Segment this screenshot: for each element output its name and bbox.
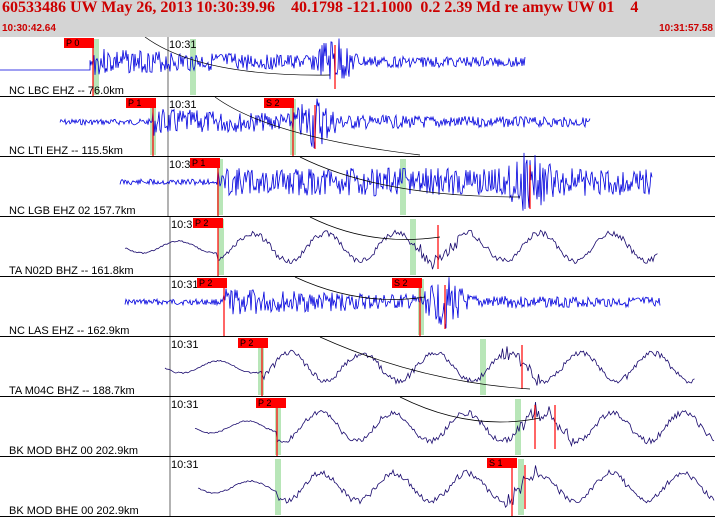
channel-label: TA N02D BHZ -- 161.8km: [9, 265, 134, 277]
channel-row: 10:31P 2TA N02D BHZ -- 161.8km: [0, 217, 715, 277]
seismogram-panel: 10:31 P 0 NC LBC EHZ -- 76.0km 10:31 P 1 S 2 N…: [0, 37, 715, 517]
phase-pick-label: P 2: [199, 278, 212, 288]
travel-time-curve: [319, 336, 531, 390]
phase-pick-label: P 1: [192, 158, 205, 168]
phase-pick-label: P 2: [240, 338, 253, 348]
channel-label: BK MOD BHZ 00 202.9km: [9, 445, 138, 457]
time-tick-label: 10:31: [171, 399, 199, 411]
channel-label: NC LGB EHZ 02 157.7km: [9, 205, 136, 217]
phase-pick-label: P 1: [128, 98, 141, 108]
arrival-window-marker: [518, 459, 524, 515]
channel-label: TA M04C BHZ -- 188.7km: [9, 385, 135, 397]
channel-row: 10:31 P 2 S 2 NC LAS EHZ -- 162.9km: [0, 277, 715, 337]
travel-time-curve: [309, 216, 441, 240]
phase-pick-label: P 2: [195, 218, 208, 228]
channel-label: NC LTI EHZ -- 115.5km: [9, 145, 123, 157]
channel-row: 10:31 S 1 BK MOD BHE 00 202.9km: [0, 457, 715, 517]
time-tick-label: 10:31: [171, 459, 199, 471]
time-tick-label: 10:31: [169, 39, 197, 51]
phase-pick-label: S 2: [266, 98, 280, 108]
phase-pick-label: P 2: [258, 398, 271, 408]
phase-pick-label: P 0: [66, 38, 79, 48]
arrival-window-marker: [400, 159, 406, 215]
window-start-time: 10:30:42.64: [2, 23, 56, 34]
arrival-window-marker: [480, 339, 486, 395]
time-tick-label: 10:31: [171, 279, 199, 291]
channel-row: 10:31 P 2 BK MOD BHZ 00 202.9km: [0, 397, 715, 457]
phase-pick-label: S 1: [489, 458, 503, 468]
channel-row: 10:31 P 1 S 2 NC LTI EHZ -- 115.5km: [0, 97, 715, 157]
channel-label: NC LBC EHZ -- 76.0km: [9, 85, 124, 97]
window-end-time: 10:31:57.58: [659, 23, 713, 34]
waveform-trace: [124, 229, 658, 270]
phase-pick-label: S 2: [394, 278, 408, 288]
event-header: 60533486 UW May 26, 2013 10:30:39.96 40.…: [0, 0, 715, 37]
channel-row: 10:31P 1NC LGB EHZ 02 157.7km: [0, 152, 715, 217]
travel-time-curve: [214, 96, 421, 156]
channel-label: NC LAS EHZ -- 162.9km: [9, 325, 129, 337]
waveform-trace: [194, 402, 715, 448]
channel-row: 10:31 P 0 NC LBC EHZ -- 76.0km: [0, 37, 715, 97]
channel-row: 10:31 P 2 TA M04C BHZ -- 188.7km: [0, 337, 715, 397]
channel-label: BK MOD BHE 00 202.9km: [9, 505, 139, 517]
event-summary-title: 60533486 UW May 26, 2013 10:30:39.96 40.…: [2, 0, 639, 16]
arrival-window-marker: [275, 459, 281, 515]
time-tick-label: 10:31: [171, 339, 199, 351]
waveform-trace: [164, 346, 695, 386]
time-tick-label: 10:31: [169, 99, 197, 111]
